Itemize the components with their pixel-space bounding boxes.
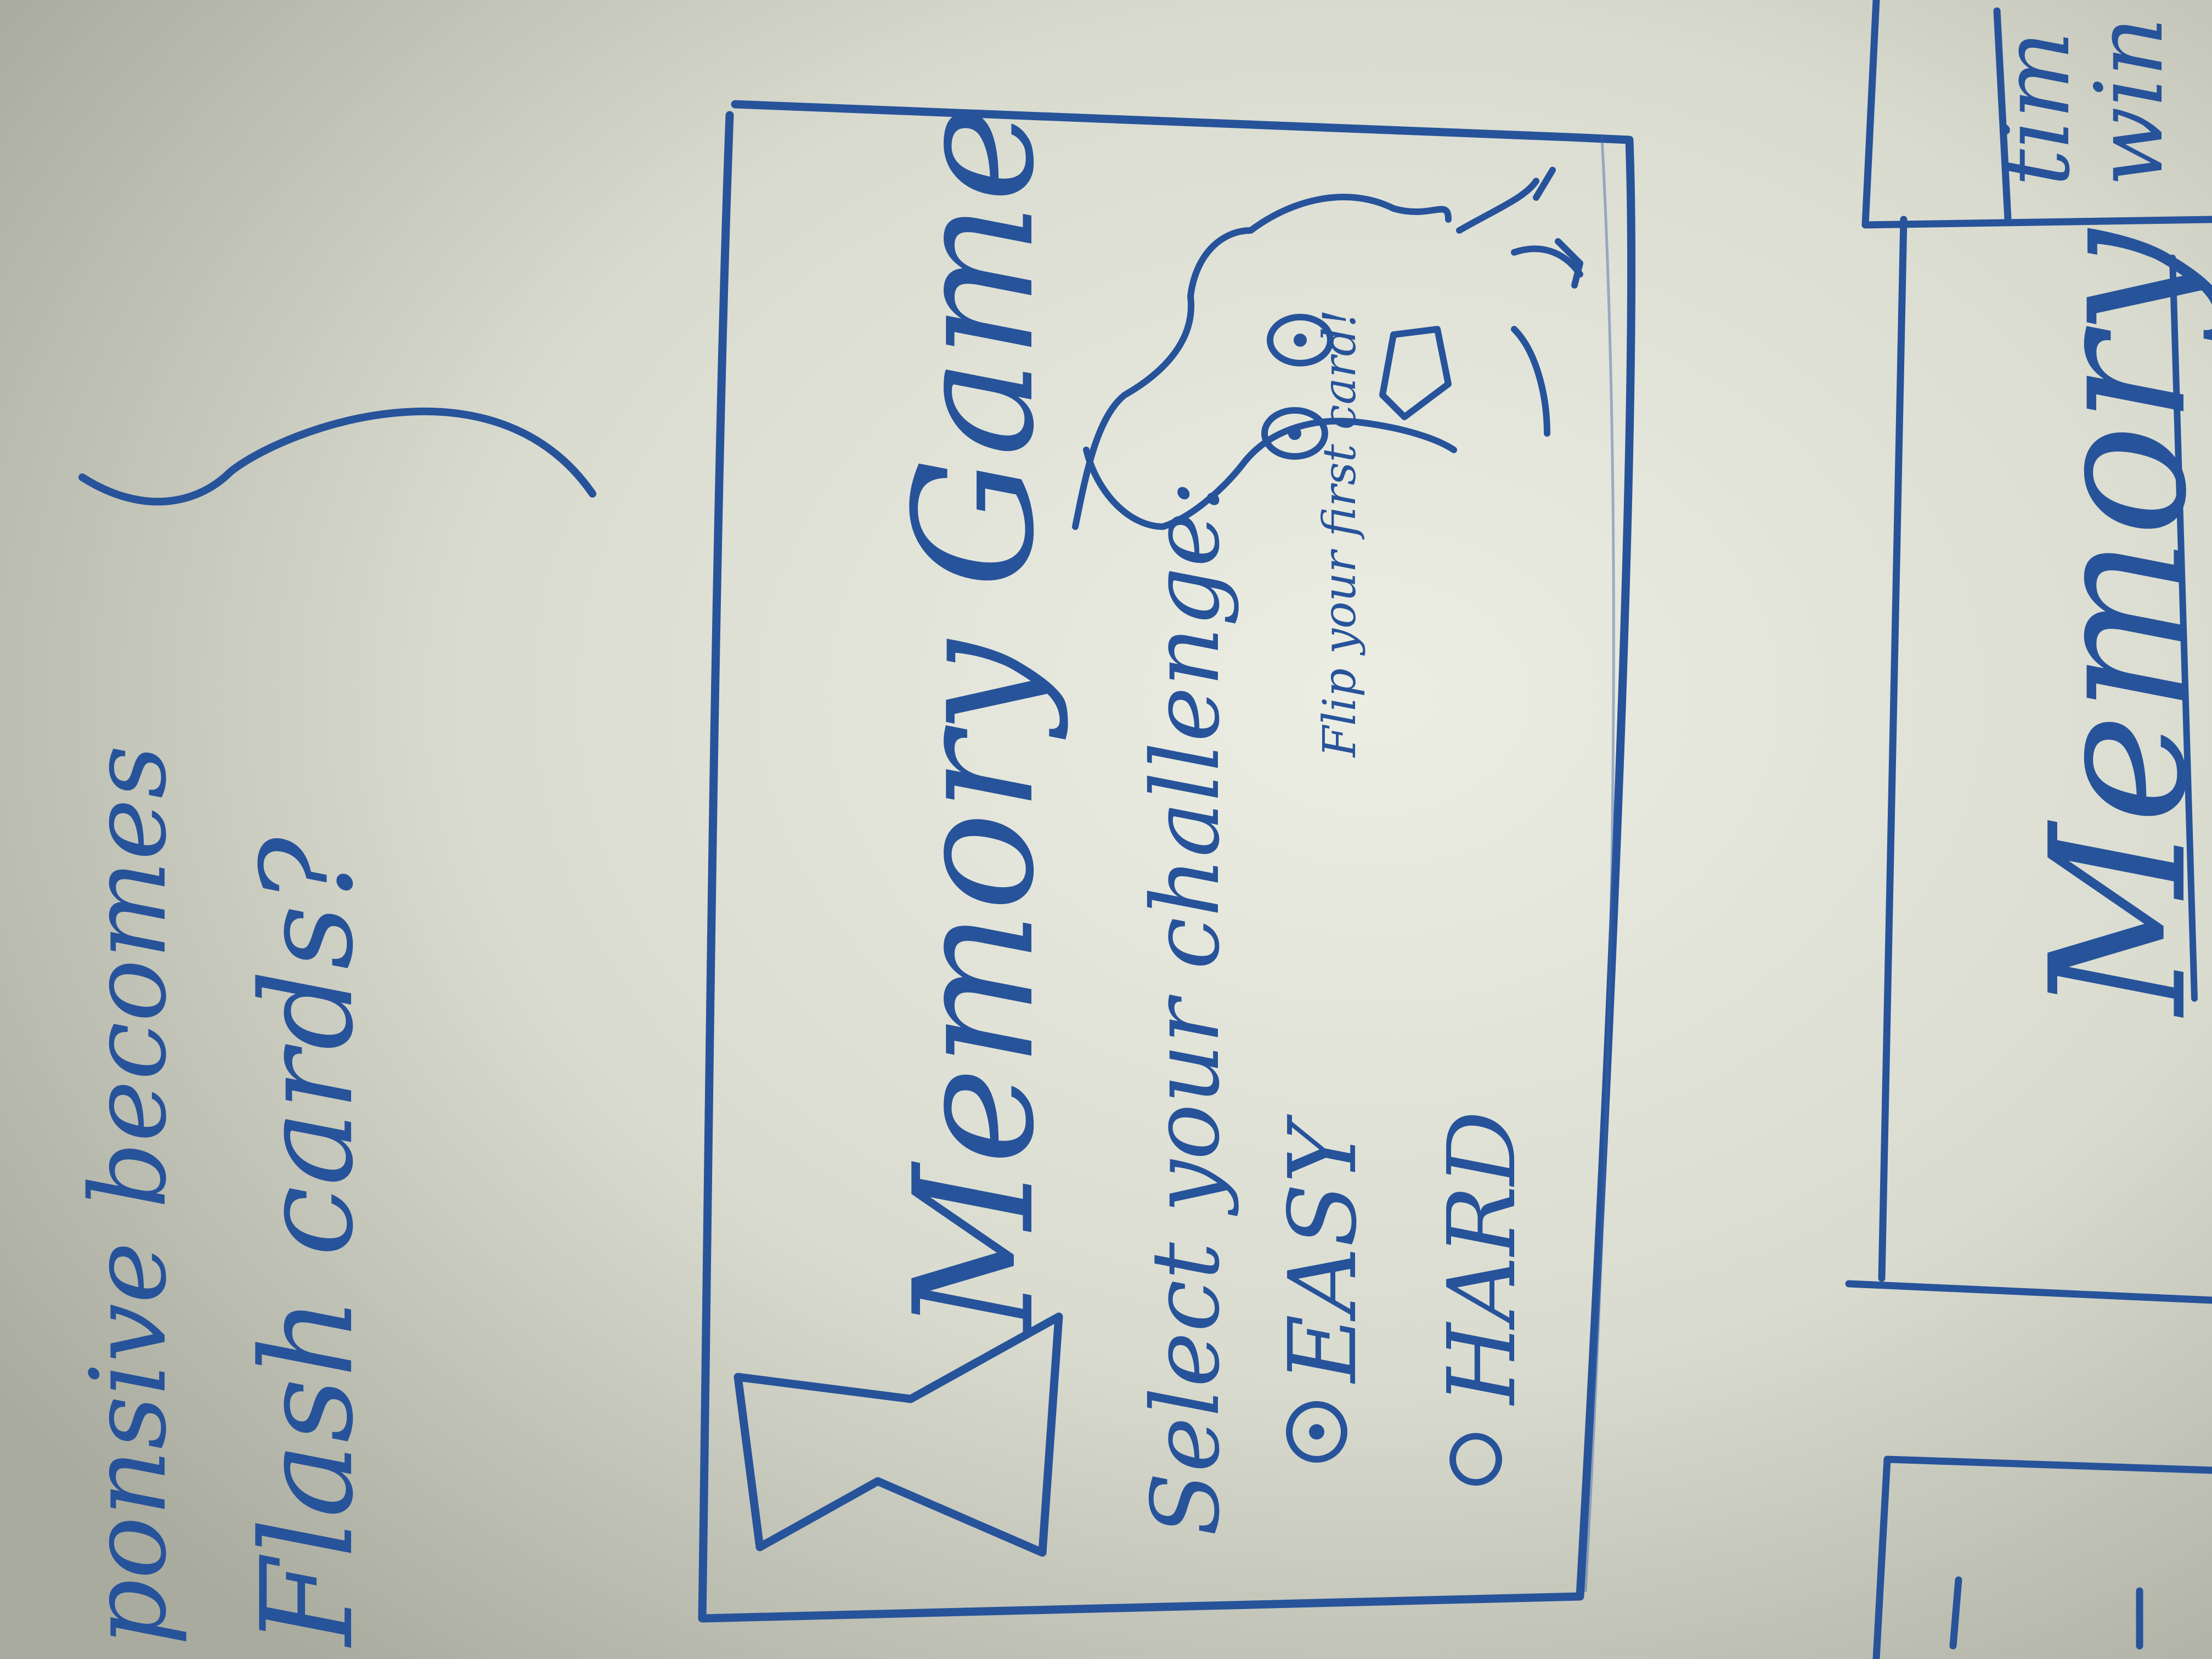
option-easy-label: EASY <box>1269 1114 1378 1384</box>
radio-easy-dot <box>1309 1424 1324 1440</box>
challenge-prompt: Select your challenge: <box>1132 481 1240 1536</box>
sketch-title: Memory Game <box>879 105 1070 1335</box>
left-note-line1: ponsive becomes <box>68 745 189 1646</box>
mascot-left-pupil <box>1294 334 1307 347</box>
right-corner-text-2: win <box>2075 17 2184 187</box>
left-note-line2: Flash cards? <box>235 836 381 1648</box>
whiteboard: ponsive becomes Flash cards? Memory Game… <box>0 0 2212 1659</box>
right-corner-text-1: tim <box>1982 31 2091 187</box>
whiteboard-drawing: ponsive becomes Flash cards? Memory Game… <box>0 0 2212 1659</box>
whiteboard-photo: ponsive becomes Flash cards? Memory Game… <box>0 0 2212 1659</box>
mascot-right-pupil <box>1288 427 1301 440</box>
option-hard-label: HARD <box>1428 1111 1537 1406</box>
mascot-note: Flip your first card! <box>1314 309 1366 758</box>
